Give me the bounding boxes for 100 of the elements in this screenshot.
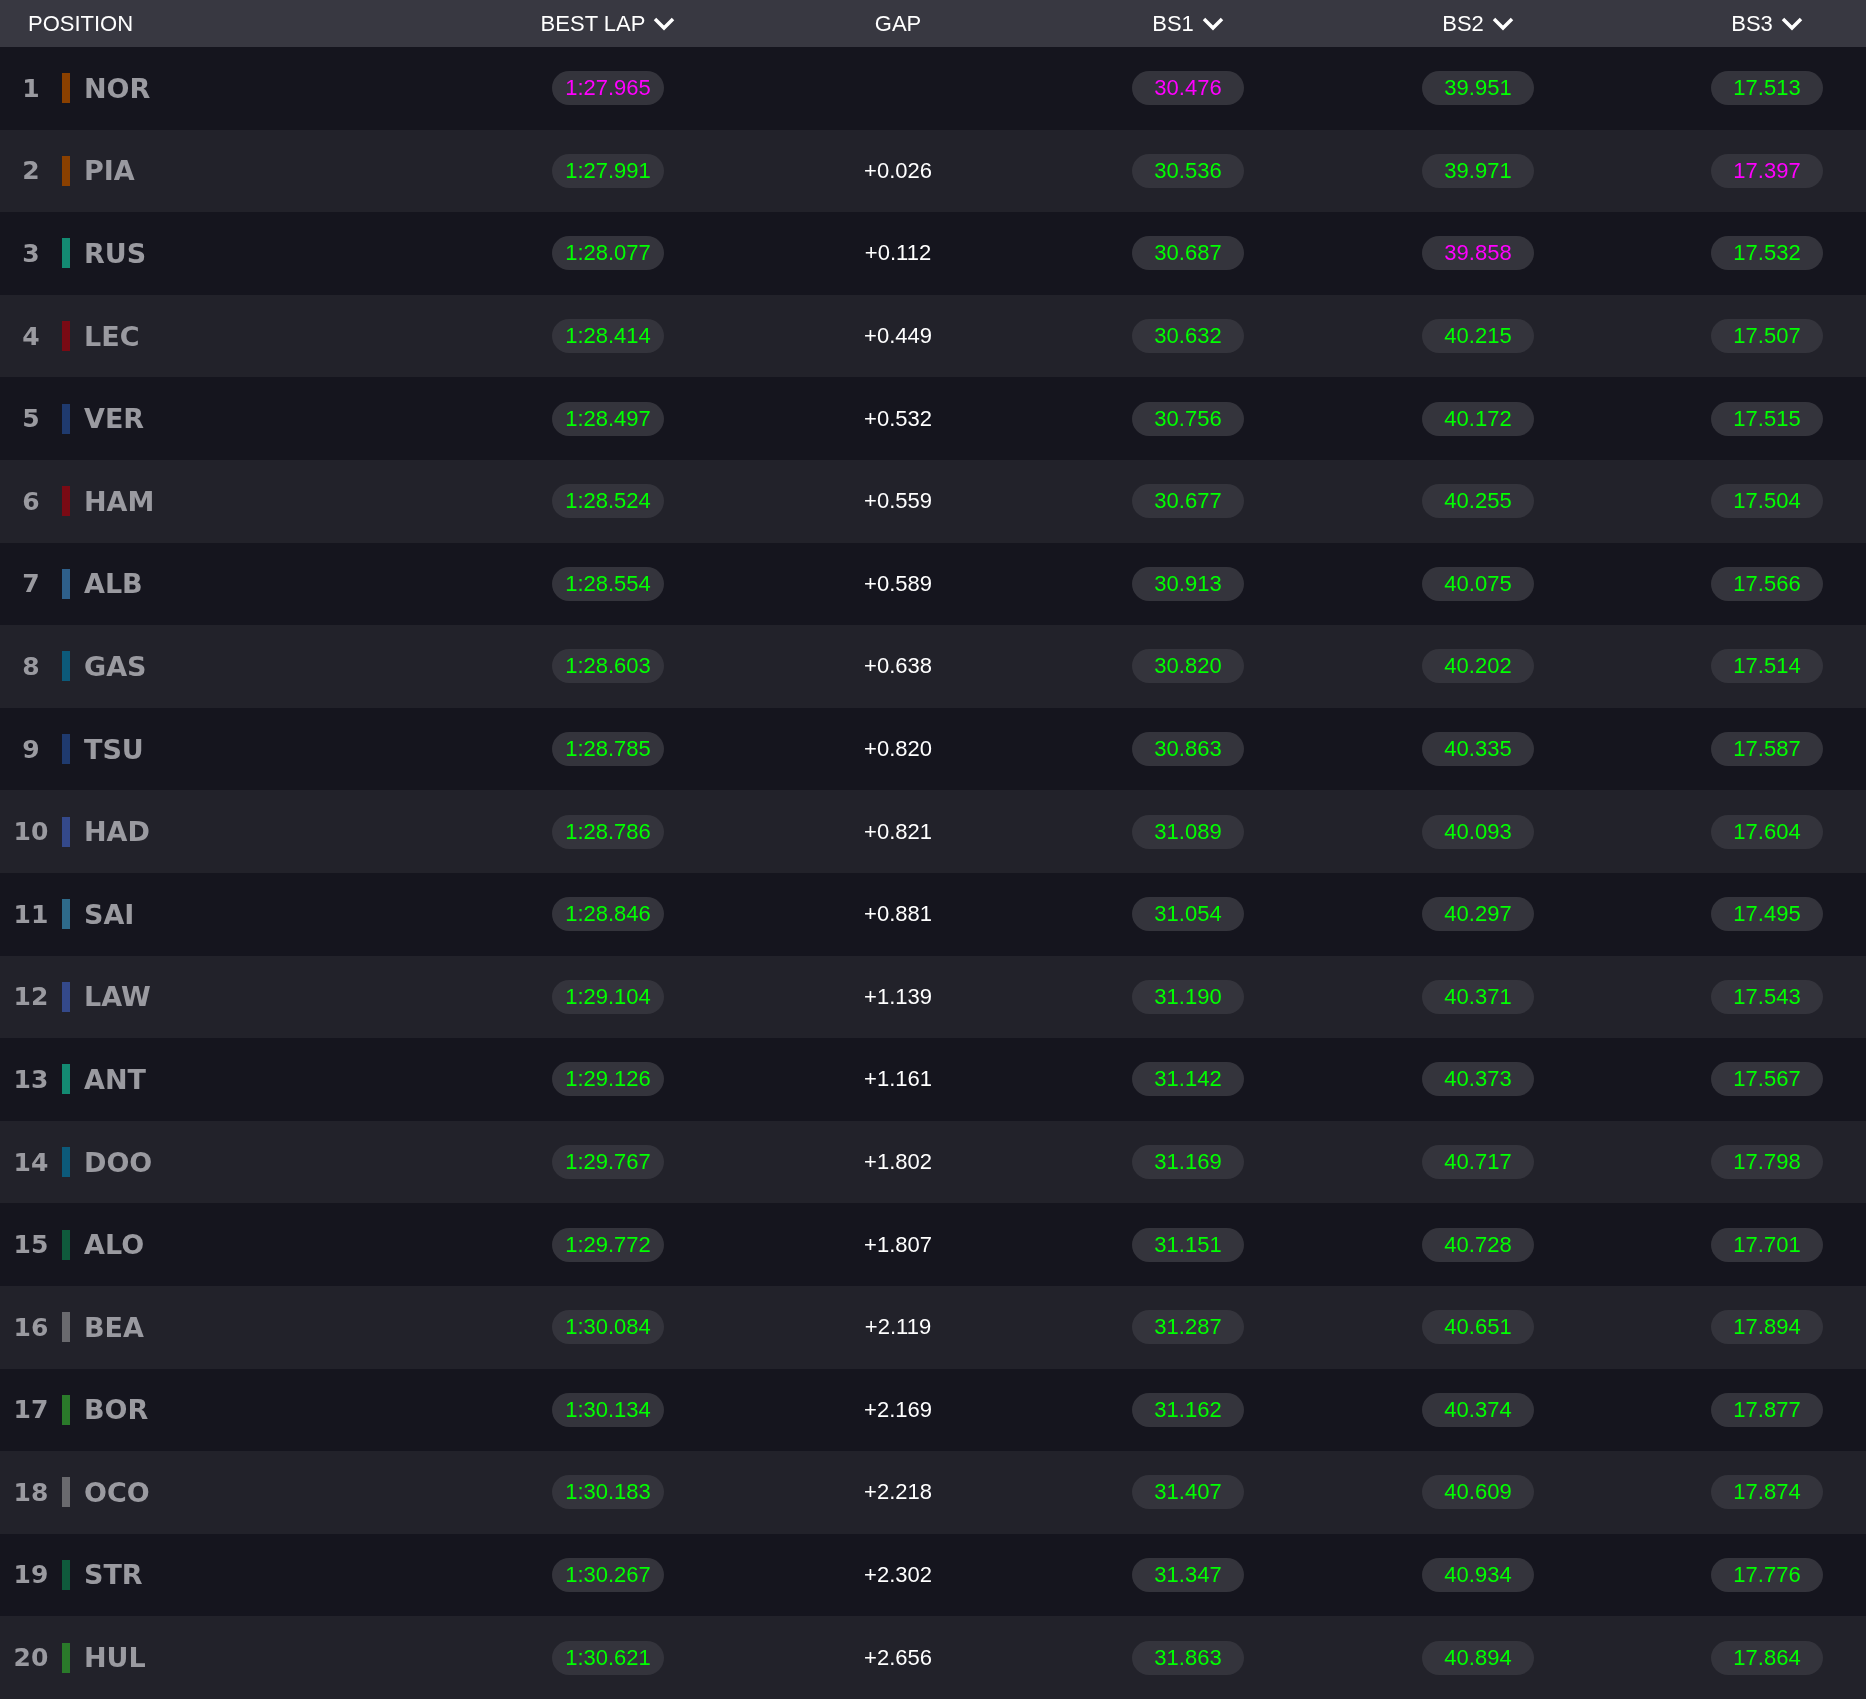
sector-time: 17.507 xyxy=(1711,319,1823,354)
driver-code: HAM xyxy=(84,485,155,517)
position-number: 2 xyxy=(21,156,41,186)
sector-time: 1:27.991 xyxy=(552,153,664,188)
position-number: 15 xyxy=(12,1230,50,1260)
sector-time: 40.215 xyxy=(1422,319,1534,354)
chevron-down-icon xyxy=(1201,16,1224,31)
position-number: 5 xyxy=(21,404,41,434)
sector-time: 40.609 xyxy=(1422,1475,1534,1510)
sector-time: 1:30.267 xyxy=(552,1558,664,1592)
sector-time: 31.407 xyxy=(1132,1475,1244,1510)
sector-time: 17.894 xyxy=(1711,1310,1823,1345)
sector-time: 1:28.786 xyxy=(552,814,664,849)
sector-time: 30.913 xyxy=(1132,566,1244,601)
position-number: 9 xyxy=(21,734,41,764)
sector-time: 31.863 xyxy=(1132,1640,1244,1675)
gap-time: +0.881 xyxy=(864,901,932,928)
gap-time: +0.559 xyxy=(864,488,932,515)
gap-time: +1.161 xyxy=(864,1066,932,1093)
sector-time: 31.054 xyxy=(1132,897,1244,932)
sector-time: 30.756 xyxy=(1132,401,1244,436)
sector-time: 1:28.414 xyxy=(552,319,664,354)
driver-code: HUL xyxy=(84,1642,146,1674)
sector-time: 40.172 xyxy=(1422,401,1534,436)
gap-time: +2.302 xyxy=(864,1562,932,1588)
sector-time: 1:29.767 xyxy=(552,1145,664,1179)
sector-time: 30.632 xyxy=(1132,319,1244,354)
position-number: 4 xyxy=(21,321,41,351)
column-sort-button[interactable]: BS1 xyxy=(1152,10,1224,37)
position-number: 3 xyxy=(21,239,41,268)
sector-time: 17.566 xyxy=(1711,566,1823,601)
position-number: 8 xyxy=(21,651,41,681)
sector-time: 31.347 xyxy=(1132,1558,1244,1592)
sector-time: 30.687 xyxy=(1132,236,1244,271)
sector-time: 39.971 xyxy=(1422,153,1534,188)
sector-time: 31.169 xyxy=(1132,1145,1244,1179)
sector-time: 1:30.084 xyxy=(552,1310,664,1345)
column-header: POSITION xyxy=(28,10,134,37)
sector-time: 40.717 xyxy=(1422,1145,1534,1179)
sector-time: 1:28.846 xyxy=(552,897,664,932)
sector-time: 17.798 xyxy=(1711,1145,1823,1179)
sector-time: 30.476 xyxy=(1132,71,1244,106)
position-number: 11 xyxy=(12,899,50,929)
sector-time: 17.874 xyxy=(1711,1475,1823,1510)
driver-code: LAW xyxy=(84,981,151,1013)
sector-time: 40.894 xyxy=(1422,1640,1534,1675)
sector-time: 17.515 xyxy=(1711,401,1823,436)
driver-code: TSU xyxy=(84,733,144,765)
position-number: 20 xyxy=(12,1643,50,1673)
gap-time: +1.807 xyxy=(864,1231,932,1258)
column-header: GAP xyxy=(874,10,922,37)
sector-time: 40.255 xyxy=(1422,484,1534,519)
sector-time: 40.093 xyxy=(1422,814,1534,849)
column-sort-button[interactable]: BS2 xyxy=(1442,10,1514,37)
driver-code: DOO xyxy=(84,1146,153,1178)
sector-time: 17.776 xyxy=(1711,1558,1823,1592)
sector-time: 30.536 xyxy=(1132,153,1244,188)
sector-time: 31.142 xyxy=(1132,1062,1244,1097)
sector-time: 17.397 xyxy=(1711,153,1823,188)
driver-code: NOR xyxy=(84,72,151,104)
sector-time: 1:28.524 xyxy=(552,484,664,519)
driver-code: ANT xyxy=(84,1063,146,1095)
sector-time: 39.858 xyxy=(1422,236,1534,271)
sector-time: 1:29.772 xyxy=(552,1227,664,1262)
position-number: 7 xyxy=(21,569,41,599)
sector-time: 1:27.965 xyxy=(552,71,664,106)
column-sort-button[interactable]: BS3 xyxy=(1731,10,1803,37)
gap-time: +1.802 xyxy=(864,1149,932,1175)
gap-time: +0.589 xyxy=(864,570,932,597)
position-number: 17 xyxy=(12,1395,50,1425)
sector-time: 40.651 xyxy=(1422,1310,1534,1345)
gap-time: +0.638 xyxy=(864,653,932,680)
sector-time: 40.373 xyxy=(1422,1062,1534,1097)
sector-time: 17.587 xyxy=(1711,732,1823,767)
sector-time: 40.335 xyxy=(1422,732,1534,767)
driver-code: ALO xyxy=(84,1229,145,1261)
gap-time: +1.139 xyxy=(864,983,932,1010)
sector-time: 40.075 xyxy=(1422,566,1534,601)
driver-code: SAI xyxy=(84,898,135,930)
sector-time: 1:30.134 xyxy=(552,1392,664,1427)
sector-time: 17.532 xyxy=(1711,236,1823,271)
driver-code: STR xyxy=(84,1559,143,1591)
position-number: 16 xyxy=(12,1312,50,1342)
sector-time: 40.374 xyxy=(1422,1392,1534,1427)
sector-time: 17.495 xyxy=(1711,897,1823,932)
driver-code: GAS xyxy=(84,650,147,682)
sector-time: 17.513 xyxy=(1711,71,1823,106)
sector-time: 17.877 xyxy=(1711,1392,1823,1427)
driver-code: VER xyxy=(84,403,145,435)
column-sort-button[interactable]: BEST LAP xyxy=(540,10,676,37)
position-number: 12 xyxy=(12,982,50,1012)
gap-time: +2.169 xyxy=(864,1396,932,1423)
sector-time: 17.604 xyxy=(1711,814,1823,849)
chevron-down-icon xyxy=(1491,16,1514,31)
sector-time: 17.514 xyxy=(1711,649,1823,684)
sector-time: 40.202 xyxy=(1422,649,1534,684)
gap-time: +2.656 xyxy=(864,1644,932,1671)
sector-time: 30.863 xyxy=(1132,732,1244,767)
sector-time: 1:30.183 xyxy=(552,1475,664,1510)
sector-time: 39.951 xyxy=(1422,71,1534,106)
